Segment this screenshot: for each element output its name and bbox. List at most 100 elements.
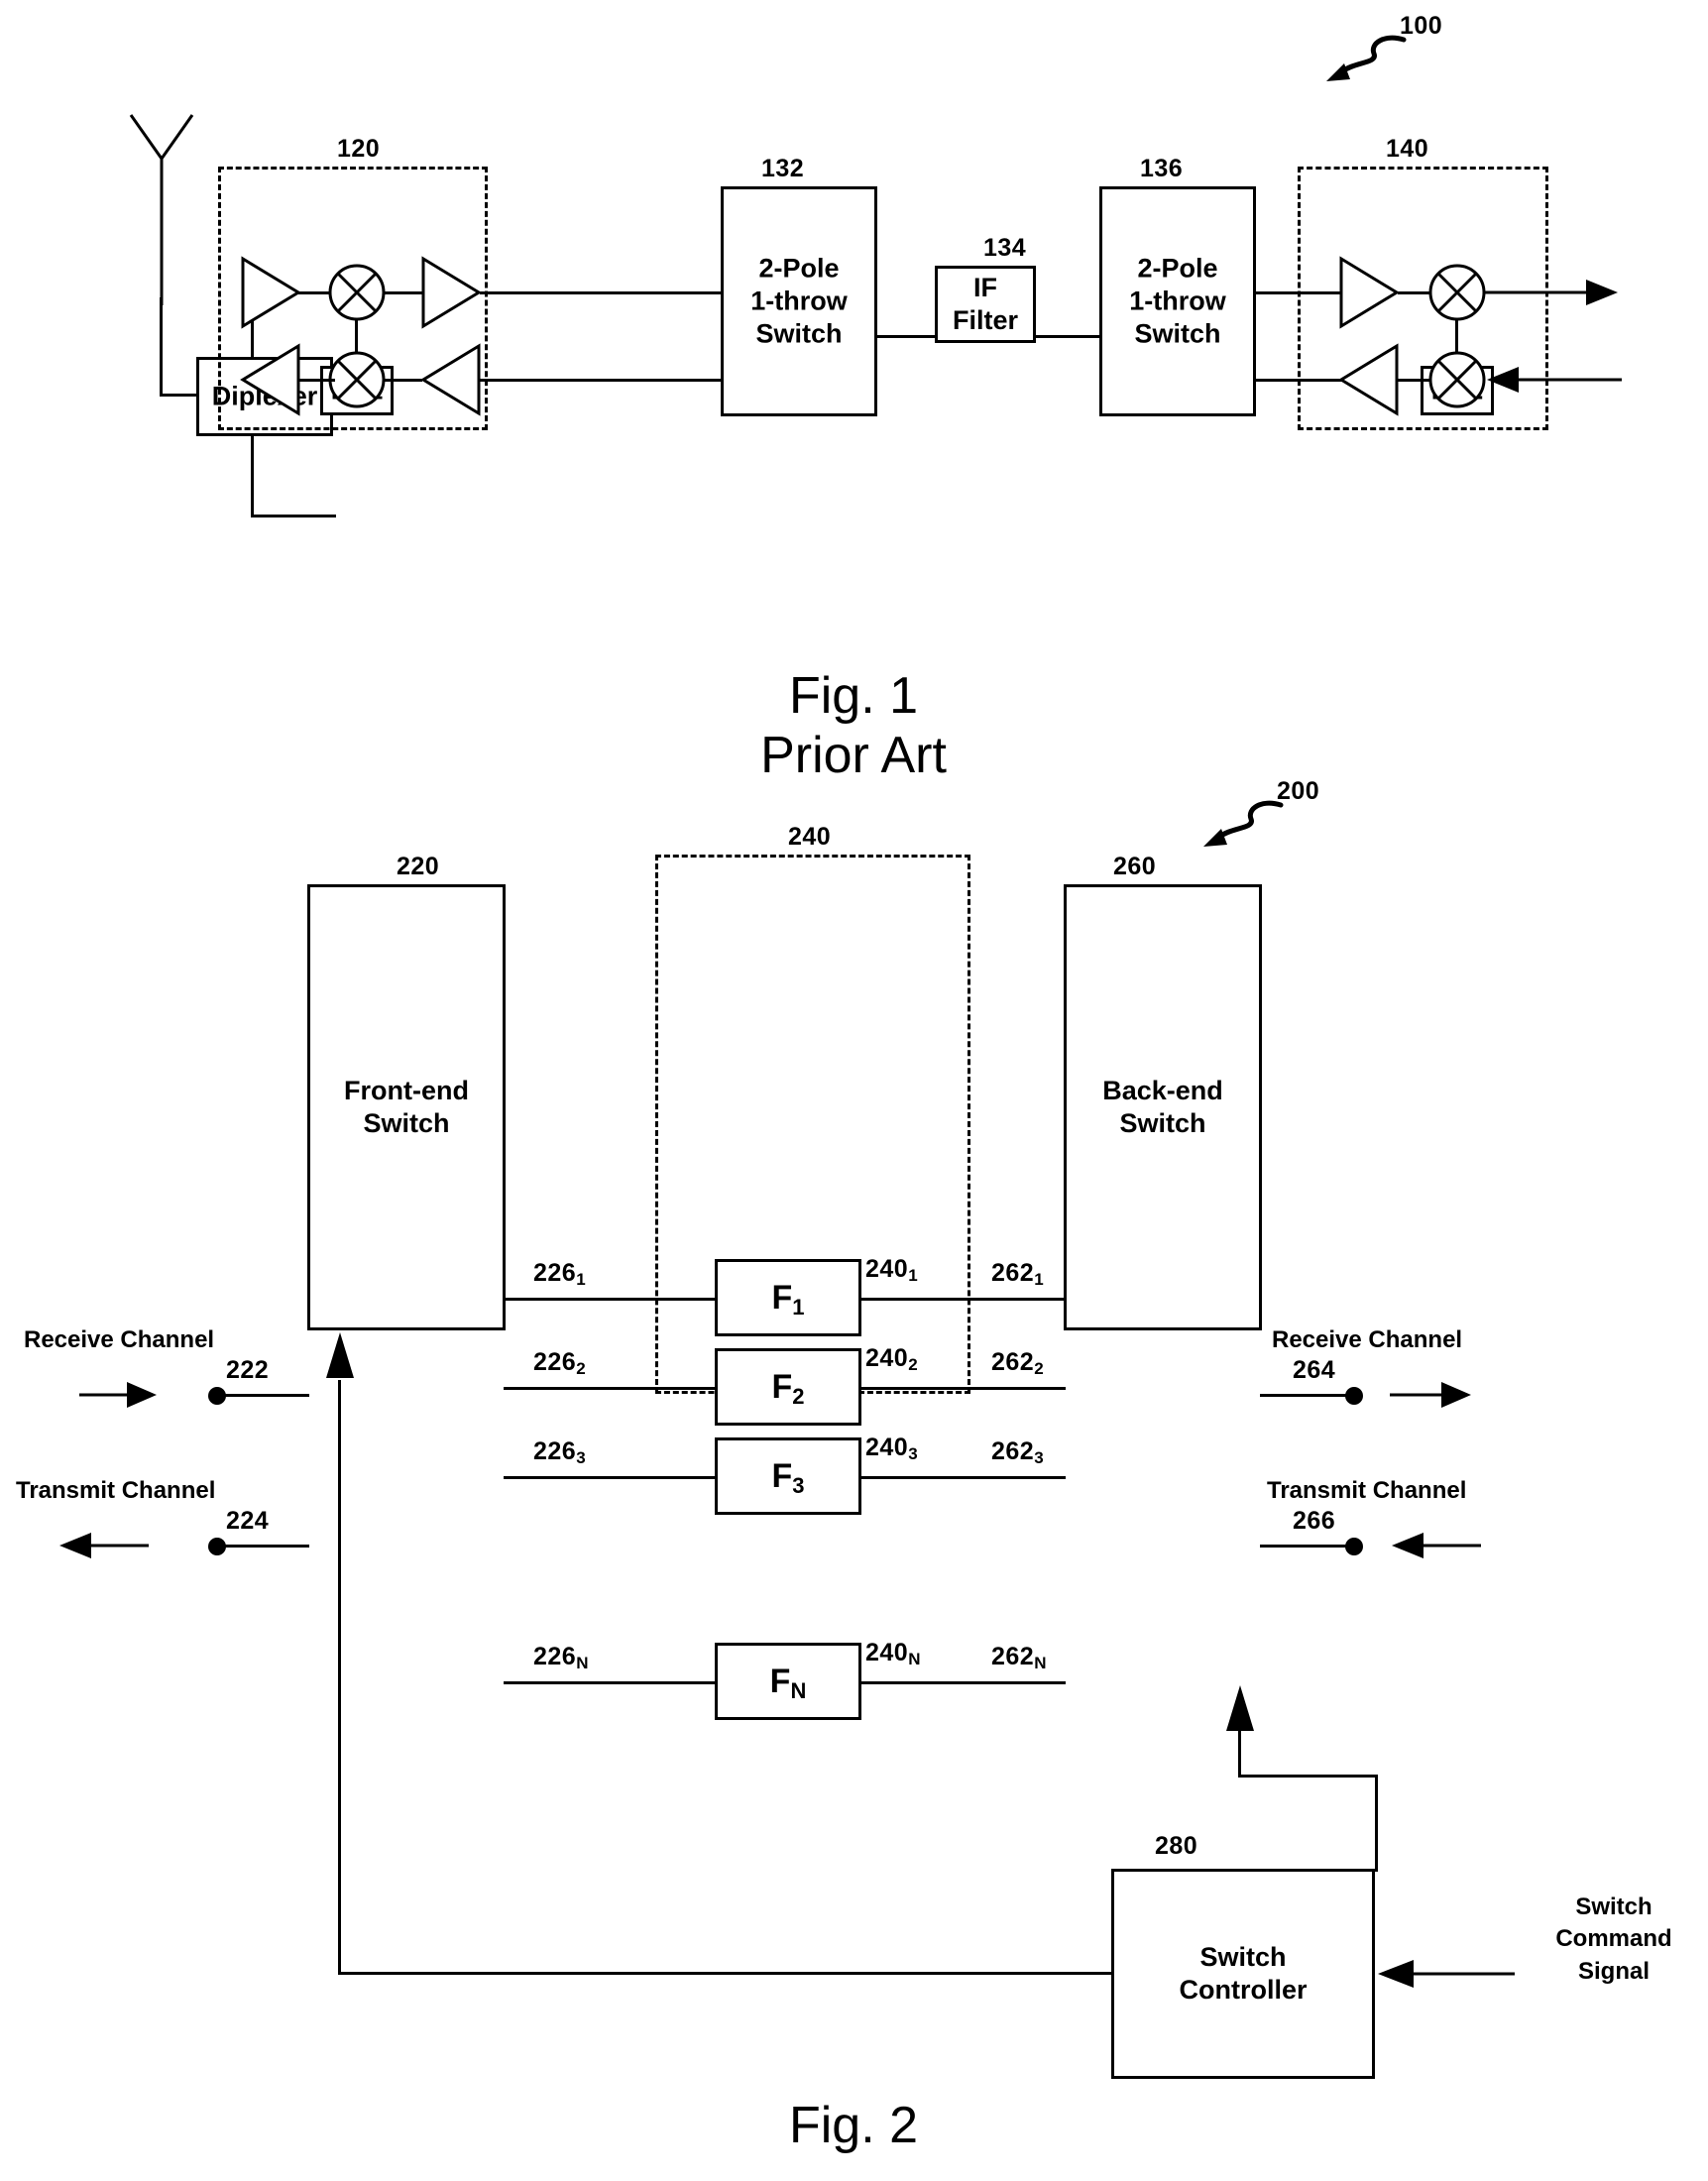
ref-226-3-base: 226 bbox=[533, 1437, 577, 1465]
ref-266: 266 bbox=[1293, 1507, 1336, 1535]
ref-224: 224 bbox=[226, 1507, 270, 1535]
filter-f1-label-base: F bbox=[771, 1279, 793, 1317]
back-switch-to-rx-output-wire bbox=[1260, 1394, 1349, 1397]
ref-262-n: 262N bbox=[991, 1643, 1047, 1672]
ref-262-2-base: 262 bbox=[991, 1348, 1035, 1376]
ref-240: 240 bbox=[788, 823, 832, 851]
tx-input-to-back-switch-wire bbox=[1260, 1545, 1349, 1548]
ref-262-n-base: 262 bbox=[991, 1643, 1035, 1670]
ref-226-n: 226N bbox=[533, 1643, 589, 1672]
back-end-switch-label-line2: Switch bbox=[1119, 1108, 1206, 1138]
switch-controller-label-line2: Controller bbox=[1179, 1975, 1308, 2005]
filter-f3-label: F3 bbox=[718, 1457, 858, 1497]
filter-n-to-back-switch-wire bbox=[860, 1681, 1066, 1684]
figure-2-caption: Fig. 2 bbox=[457, 2096, 1250, 2155]
front-end-switch-label-line1: Front-end bbox=[344, 1076, 469, 1106]
filter-block-fn[interactable]: FN bbox=[715, 1643, 861, 1720]
ref-264: 264 bbox=[1293, 1356, 1336, 1384]
filter-block-f1[interactable]: F1 bbox=[715, 1259, 861, 1336]
figure-2-caption-line1: Fig. 2 bbox=[788, 2097, 919, 2154]
switch-command-signal-line2: Command bbox=[1555, 1925, 1672, 1953]
switch-command-signal-label: Switch Command Signal bbox=[1535, 1892, 1693, 1988]
ref-260: 260 bbox=[1113, 853, 1157, 880]
tx-input-port-dot bbox=[1343, 1536, 1365, 1557]
filter-f1-label-sub: 1 bbox=[792, 1295, 805, 1320]
filter-f2-label-base: F bbox=[771, 1368, 793, 1406]
tx-input-channel-label: Transmit Channel bbox=[1267, 1477, 1467, 1504]
ref-226-3: 2263 bbox=[533, 1437, 587, 1467]
ref-262-3-sub: 3 bbox=[1034, 1448, 1045, 1467]
filter-1-to-back-switch-wire bbox=[860, 1298, 1066, 1301]
front-end-switch-label-line2: Switch bbox=[363, 1108, 450, 1138]
ref-262-2: 2622 bbox=[991, 1348, 1045, 1378]
patent-figure-sheet: 100 Diplexer 120 132 2-Pole 1-throw Swit… bbox=[0, 0, 1708, 2181]
back-end-switch-label: Back-end Switch bbox=[1067, 1075, 1259, 1140]
front-end-switch-block[interactable]: Front-end Switch bbox=[307, 884, 506, 1330]
filter-fn-label-sub: N bbox=[790, 1678, 807, 1703]
back-end-switch-block[interactable]: Back-end Switch bbox=[1064, 884, 1262, 1330]
ref-262-3-base: 262 bbox=[991, 1437, 1035, 1465]
ref-222: 222 bbox=[226, 1356, 270, 1384]
ref-262-1-base: 262 bbox=[991, 1259, 1035, 1287]
ref-280: 280 bbox=[1155, 1832, 1198, 1860]
tx-input-arrow-icon-fig2 bbox=[1390, 1529, 1481, 1562]
front-switch-control-arrowhead-icon bbox=[321, 1332, 359, 1382]
ref-226-n-base: 226 bbox=[533, 1643, 577, 1670]
ref-226-3-sub: 3 bbox=[576, 1448, 587, 1467]
ref-262-1-sub: 1 bbox=[1034, 1270, 1045, 1289]
filter-f1-label: F1 bbox=[718, 1279, 858, 1319]
filter-f3-label-base: F bbox=[771, 1457, 793, 1495]
ref-226-n-sub: N bbox=[576, 1654, 589, 1672]
filter-f2-label-sub: 2 bbox=[792, 1384, 805, 1409]
ref-240-n-sub: N bbox=[908, 1650, 921, 1668]
switch-controller-block[interactable]: Switch Controller bbox=[1111, 1869, 1375, 2079]
ref-226-2-base: 226 bbox=[533, 1348, 577, 1376]
ref-240-2-base: 240 bbox=[865, 1344, 909, 1372]
controller-to-front-switch-horizontal bbox=[338, 1972, 1113, 1975]
ref-226-1-base: 226 bbox=[533, 1259, 577, 1287]
rx-input-to-front-switch-wire bbox=[220, 1394, 309, 1397]
ref-240-1-sub: 1 bbox=[908, 1266, 919, 1285]
ref-220: 220 bbox=[397, 853, 440, 880]
ref-226-1-sub: 1 bbox=[576, 1270, 587, 1289]
switch-command-signal-line3: Signal bbox=[1577, 1957, 1650, 1985]
tx-output-channel-label: Transmit Channel bbox=[16, 1477, 216, 1504]
front-switch-to-filter-n-wire bbox=[504, 1681, 716, 1684]
back-end-switch-label-line1: Back-end bbox=[1102, 1076, 1223, 1106]
controller-to-front-switch-vertical bbox=[338, 1380, 341, 1974]
switch-command-arrow-icon bbox=[1374, 1957, 1515, 1991]
rx-output-arrow-icon bbox=[1390, 1378, 1473, 1412]
switch-controller-label-line1: Switch bbox=[1199, 1942, 1287, 1973]
tx-output-arrow-icon bbox=[57, 1529, 149, 1562]
system-200-ref: 200 bbox=[1277, 777, 1320, 805]
ref-226-2-sub: 2 bbox=[576, 1359, 587, 1378]
back-switch-control-arrowhead-icon bbox=[1221, 1685, 1259, 1735]
filter-block-f3[interactable]: F3 bbox=[715, 1437, 861, 1515]
rx-output-channel-label: Receive Channel bbox=[1272, 1326, 1463, 1353]
filter-block-f2[interactable]: F2 bbox=[715, 1348, 861, 1426]
ref-262-2-sub: 2 bbox=[1034, 1359, 1045, 1378]
ref-240-3-sub: 3 bbox=[908, 1444, 919, 1463]
filter-fn-label-base: F bbox=[769, 1663, 791, 1700]
filter-3-to-back-switch-wire bbox=[860, 1476, 1066, 1479]
ref-240-3: 2403 bbox=[865, 1434, 919, 1463]
rx-input-channel-label: Receive Channel bbox=[24, 1326, 215, 1353]
switch-controller-label: Switch Controller bbox=[1114, 1941, 1372, 2007]
rx-output-port-dot bbox=[1343, 1385, 1365, 1407]
ref-226-1: 2261 bbox=[533, 1259, 587, 1289]
switch-command-signal-line1: Switch bbox=[1575, 1894, 1652, 1920]
ref-262-1: 2621 bbox=[991, 1259, 1045, 1289]
ref-240-2-sub: 2 bbox=[908, 1355, 919, 1374]
filter-f2-label: F2 bbox=[718, 1368, 858, 1408]
filter-fn-label: FN bbox=[718, 1663, 858, 1702]
ref-226-2: 2262 bbox=[533, 1348, 587, 1378]
front-switch-to-filter-1-wire bbox=[504, 1298, 716, 1301]
front-end-switch-label: Front-end Switch bbox=[310, 1075, 503, 1140]
front-switch-to-filter-3-wire bbox=[504, 1476, 716, 1479]
rx-input-arrow-icon bbox=[79, 1378, 159, 1412]
ref-262-3: 2623 bbox=[991, 1437, 1045, 1467]
ref-240-1: 2401 bbox=[865, 1255, 919, 1285]
controller-to-back-switch-horizontal bbox=[1238, 1775, 1378, 1778]
ref-240-3-base: 240 bbox=[865, 1434, 909, 1461]
ref-240-1-base: 240 bbox=[865, 1255, 909, 1283]
